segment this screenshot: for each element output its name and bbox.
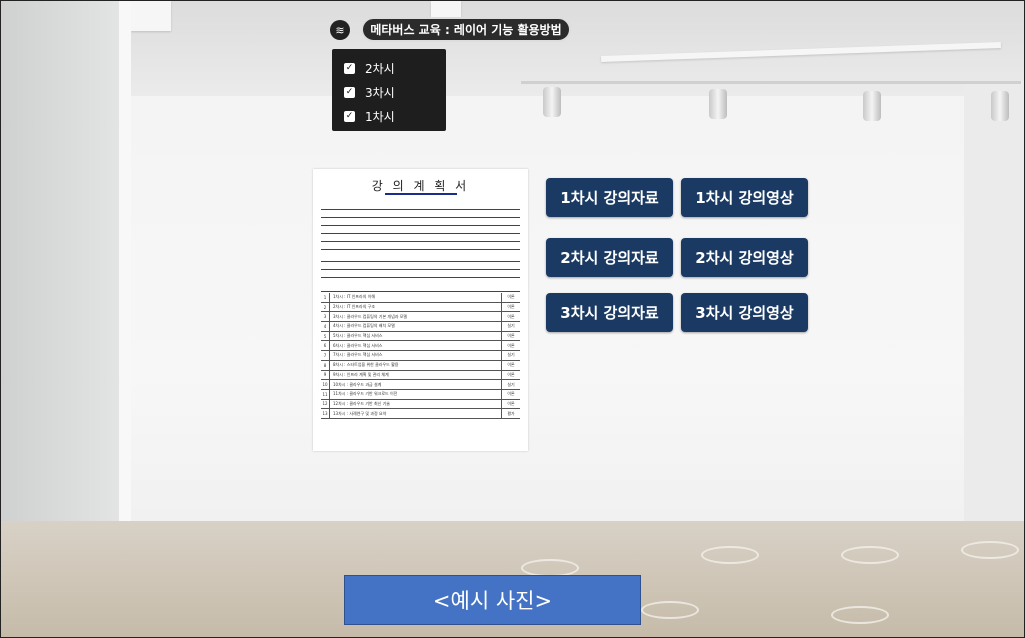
table-row: 3 3차시 : 클라우드 컴퓨팅의 기본 개념과 모델 이론 <box>321 312 520 323</box>
doc-rule <box>321 233 520 234</box>
checkbox-checked-icon[interactable]: ✓ <box>344 110 355 122</box>
doc-rule <box>321 261 520 262</box>
doc-rule <box>321 241 520 242</box>
lesson-3-video-button[interactable]: 3차시 강의영상 <box>681 293 808 332</box>
table-row: 2 2차시 : IT 인프라의 구조 이론 <box>321 302 520 313</box>
lesson-2-video-button[interactable]: 2차시 강의영상 <box>681 238 808 277</box>
floor-marker[interactable] <box>841 546 899 564</box>
layer-label: 3차시 <box>365 85 395 100</box>
doc-rule <box>321 269 520 270</box>
doc-rule <box>321 277 520 278</box>
checkbox-checked-icon[interactable]: ✓ <box>344 62 355 74</box>
table-row: 9 9차시 : 인프라 계획 및 관리 체계 이론 <box>321 370 520 381</box>
layer-label: 1차시 <box>365 109 395 124</box>
lesson-2-material-button[interactable]: 2차시 강의자료 <box>546 238 673 277</box>
table-row: 10 10차시 : 클라우드 과금 설계 실기 <box>321 380 520 390</box>
checkbox-checked-icon[interactable]: ✓ <box>344 86 355 98</box>
table-row: 7 7차시 : 클라우드 핵심 서비스 실기 <box>321 351 520 361</box>
doc-rule <box>321 209 520 210</box>
doc-rule <box>321 249 520 250</box>
lesson-1-video-button[interactable]: 1차시 강의영상 <box>681 178 808 217</box>
floor-marker[interactable] <box>641 601 699 619</box>
spotlight-icon <box>863 91 881 121</box>
table-row: 8 8차시 : 스타트업을 위한 클라우드 활용 이론 <box>321 360 520 371</box>
table-row: 5 5차시 : 클라우드 핵심 서비스 이론 <box>321 331 520 342</box>
table-row: 4 4차시 : 클라우드 컴퓨팅의 배치 모델 실기 <box>321 322 520 332</box>
floor-marker[interactable] <box>831 606 889 624</box>
lesson-3-material-button[interactable]: 3차시 강의자료 <box>546 293 673 332</box>
gallery-viewport: ≋ 메타버스 교육 : 레이어 기능 활용방법 ✓ 2차시 ✓ 3차시 ✓ 1차… <box>0 0 1025 638</box>
ceiling-beam <box>131 1 171 31</box>
lecture-plan-document[interactable]: 강 의 계 획 서 1 1차시 : IT 인프라의 이해 이론 2 2차시 : IT … <box>313 169 528 451</box>
layer-toggle-1[interactable]: ✓ 1차시 <box>344 104 446 128</box>
table-row: 6 6차시 : 클라우드 핵심 서비스 이론 <box>321 341 520 352</box>
doc-rule <box>321 291 520 292</box>
layers-icon[interactable]: ≋ <box>330 20 350 40</box>
layer-panel: ✓ 2차시 ✓ 3차시 ✓ 1차시 <box>332 49 446 131</box>
lesson-table: 1 1차시 : IT 인프라의 이해 이론 2 2차시 : IT 인프라의 구조 이론 … <box>321 293 520 419</box>
doc-rule <box>321 217 520 218</box>
table-row: 1 1차시 : IT 인프라의 이해 이론 <box>321 293 520 303</box>
title-underline <box>385 193 457 195</box>
doc-rule <box>321 225 520 226</box>
layer-toggle-3[interactable]: ✓ 3차시 <box>344 80 446 104</box>
floor-marker[interactable] <box>701 546 759 564</box>
spotlight-icon <box>991 91 1009 121</box>
floor-marker[interactable] <box>961 541 1019 559</box>
right-wall <box>964 81 1024 571</box>
document-title: 강 의 계 획 서 <box>371 179 470 193</box>
table-row: 11 11차시 : 클라우드 기반 워크로드 이전 이론 <box>321 389 520 400</box>
lesson-1-material-button[interactable]: 1차시 강의자료 <box>546 178 673 217</box>
spotlight-icon <box>709 89 727 119</box>
table-row: 12 12차시 : 클라우드 기반 최신 기술 이론 <box>321 399 520 410</box>
layer-label: 2차시 <box>365 61 395 76</box>
layer-toggle-2[interactable]: ✓ 2차시 <box>344 56 446 80</box>
light-rail <box>521 81 1021 84</box>
page-title: 메타버스 교육 : 레이어 기능 활용방법 <box>361 17 571 42</box>
spotlight-icon <box>543 87 561 117</box>
table-row: 13 13차시 : 사례연구 및 과정 요약 평가 <box>321 409 520 419</box>
example-caption: <예시 사진> <box>344 575 641 625</box>
wall-corner <box>119 1 131 561</box>
